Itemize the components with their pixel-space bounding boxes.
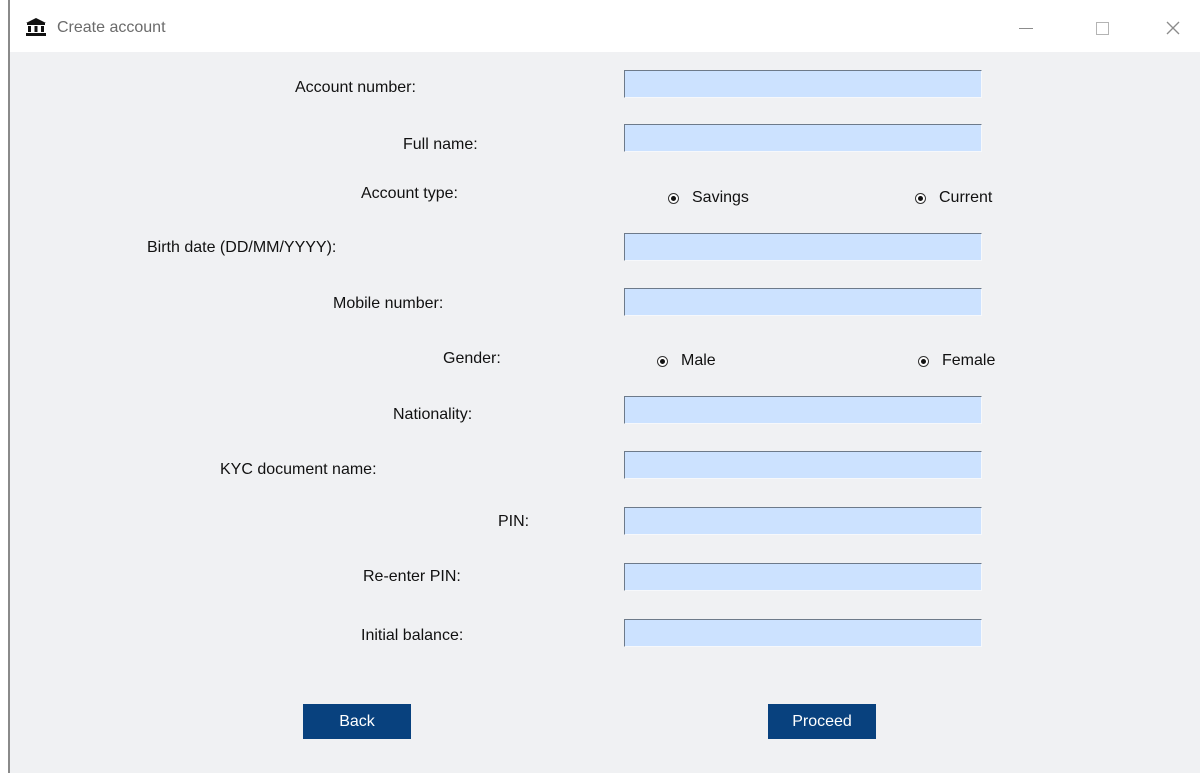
radio-savings[interactable]: Savings	[668, 189, 749, 207]
radio-dot-icon	[657, 355, 668, 367]
account-number-label: Account number:	[295, 79, 416, 96]
account-type-label: Account type:	[361, 185, 458, 202]
radio-dot-icon	[915, 192, 926, 204]
mobile-number-input[interactable]	[624, 288, 982, 316]
radio-current[interactable]: Current	[915, 189, 992, 207]
close-icon	[1166, 21, 1180, 35]
window-title: Create account	[57, 19, 166, 36]
minimize-button[interactable]	[1003, 8, 1049, 48]
maximize-button[interactable]	[1079, 8, 1125, 48]
mobile-number-label: Mobile number:	[333, 295, 444, 312]
initial-balance-label: Initial balance:	[361, 627, 464, 644]
pin-label: PIN:	[498, 513, 530, 530]
maximize-icon	[1095, 21, 1109, 35]
radio-current-label: Current	[939, 189, 993, 206]
kyc-document-label: KYC document name:	[220, 461, 377, 478]
gender-label: Gender:	[443, 350, 501, 367]
radio-dot-icon	[668, 192, 679, 204]
radio-male[interactable]: Male	[657, 352, 716, 370]
reenter-pin-input[interactable]	[624, 563, 982, 591]
radio-dot-icon	[918, 355, 929, 367]
create-account-window: Create account Account number: Full name…	[8, 0, 1200, 773]
radio-male-label: Male	[681, 352, 716, 369]
full-name-input[interactable]	[624, 124, 982, 152]
title-bar: Create account	[10, 0, 1200, 52]
initial-balance-input[interactable]	[624, 619, 982, 647]
nationality-input[interactable]	[624, 396, 982, 424]
radio-female[interactable]: Female	[918, 352, 995, 370]
proceed-button[interactable]: Proceed	[768, 704, 876, 739]
radio-savings-label: Savings	[692, 189, 749, 206]
minimize-icon	[1019, 27, 1033, 29]
close-button[interactable]	[1150, 8, 1196, 48]
birth-date-input[interactable]	[624, 233, 982, 261]
full-name-label: Full name:	[403, 136, 478, 153]
birth-date-label: Birth date (DD/MM/YYYY):	[147, 239, 337, 256]
bank-icon	[26, 18, 46, 36]
reenter-pin-label: Re-enter PIN:	[363, 568, 461, 585]
account-number-input[interactable]	[624, 70, 982, 98]
nationality-label: Nationality:	[393, 406, 473, 423]
radio-female-label: Female	[942, 352, 996, 369]
pin-input[interactable]	[624, 507, 982, 535]
kyc-document-input[interactable]	[624, 451, 982, 479]
back-button[interactable]: Back	[303, 704, 411, 739]
